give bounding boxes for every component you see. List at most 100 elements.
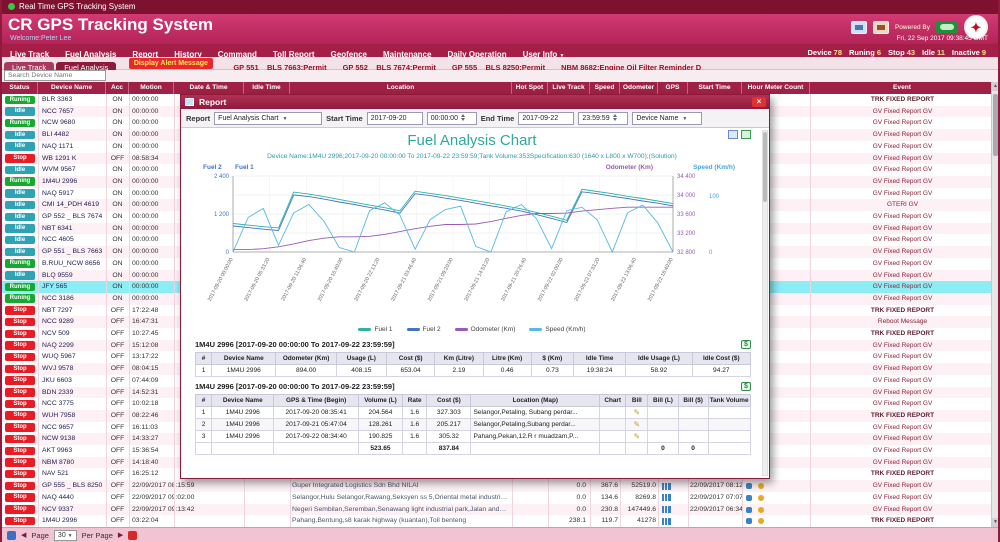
edit-bill-icon[interactable]: ✎: [633, 408, 640, 417]
start-time-label: Start Time: [326, 114, 363, 123]
hotspot-icon[interactable]: [758, 483, 764, 489]
page-size-select[interactable]: 30 ▼: [54, 530, 77, 541]
report-type-select[interactable]: Fuel Analysis Chart▼: [214, 112, 322, 125]
column-header-acc[interactable]: Acc: [106, 82, 129, 94]
report-modal-titlebar[interactable]: Report ×: [181, 95, 769, 109]
time-spinner[interactable]: [613, 114, 617, 121]
acc-value: ON: [106, 94, 129, 106]
column-header-motion[interactable]: Motion: [129, 82, 174, 94]
table-column--km-: $ (Km): [531, 353, 573, 365]
table-row[interactable]: Stop1M4U 2996OFF03:22:04Pahang,Bentung,s…: [2, 515, 995, 527]
device-name-select[interactable]: Device Name▼: [632, 112, 702, 125]
livetrack-icon[interactable]: [746, 483, 752, 489]
hotspot-icon[interactable]: [758, 507, 764, 513]
table-row[interactable]: 11M4U 29962017-09-20 08:35:41204.5641.63…: [196, 407, 751, 419]
welcome-text[interactable]: Welcome:Peter Lee: [10, 35, 71, 42]
column-header-date-time[interactable]: Date & Time: [174, 82, 244, 94]
acc-value: OFF: [106, 515, 129, 527]
livetrack-icon[interactable]: [746, 507, 752, 513]
per-page-label: Per Page: [82, 531, 113, 540]
total-cell: [212, 443, 274, 455]
column-header-hot-spot[interactable]: Hot Spot: [512, 82, 548, 94]
hotspot-icon[interactable]: [758, 495, 764, 501]
event-value: GV Fixed Report GV: [810, 351, 995, 363]
column-header-gps[interactable]: GPS: [658, 82, 688, 94]
legend-item[interactable]: Fuel 2: [407, 326, 441, 333]
refresh-icon[interactable]: [7, 531, 16, 540]
legend-item[interactable]: Speed (Km/h): [529, 326, 585, 333]
prev-page-icon[interactable]: ◀: [21, 531, 26, 539]
livetrack-icon[interactable]: [746, 518, 752, 524]
legend-item[interactable]: Fuel 1: [358, 326, 392, 333]
scroll-thumb[interactable]: [993, 94, 998, 156]
modal-scrollbar[interactable]: [762, 130, 768, 476]
column-header-event[interactable]: Event: [810, 82, 995, 94]
gps-signal-icon[interactable]: [662, 506, 671, 513]
acc-value: ON: [106, 141, 129, 153]
monitor-icon[interactable]: [851, 21, 867, 34]
table-column--: #: [196, 395, 212, 407]
table-column-gps-time-begin-: GPS & Time (Begin): [274, 395, 358, 407]
legend-item[interactable]: Odometer (Km): [455, 326, 516, 333]
status-badge: Idle: [5, 189, 35, 198]
table-cell: 1M4U 2996: [212, 365, 276, 377]
column-header-idle-time[interactable]: Idle Time: [244, 82, 290, 94]
table-cell: 894.00: [276, 365, 336, 377]
edit-bill-icon[interactable]: ✎: [633, 432, 640, 441]
status-badge: Stop: [5, 447, 35, 456]
search-input[interactable]: [4, 70, 106, 81]
event-value: GV Fixed Report GV: [810, 129, 995, 141]
table-row[interactable]: 31M4U 29962017-09-22 08:34:40190.8251.63…: [196, 431, 751, 443]
start-time-input[interactable]: 00:00:00: [427, 112, 477, 125]
edit-bill-icon[interactable]: ✎: [633, 420, 640, 429]
app-title: CR GPS Tracking System: [8, 15, 213, 35]
tools-icon[interactable]: [873, 21, 889, 34]
report-modal: Report × Report Fuel Analysis Chart▼ Sta…: [180, 94, 770, 479]
table-cell: [678, 419, 708, 431]
motion-time: 00:00:00: [132, 258, 174, 270]
scroll-up-icon[interactable]: ▲: [992, 82, 999, 91]
column-header-device-name[interactable]: Device Name: [38, 82, 106, 94]
end-date-input[interactable]: 2017-09-22: [518, 112, 574, 125]
gps-signal-icon[interactable]: [662, 494, 671, 501]
table-row[interactable]: StopNCV 9337OFF22/09/2017 09:13:42Negeri…: [2, 504, 995, 516]
livetrack-icon[interactable]: [746, 495, 752, 501]
stat-label: Idle: [922, 48, 935, 57]
status-badge: Runing: [5, 259, 35, 268]
next-page-icon[interactable]: ▶: [118, 531, 123, 539]
table-row[interactable]: 11M4U 2996894.00408.15653.042.190.460.73…: [196, 365, 751, 377]
column-header-live-track[interactable]: Live Track: [548, 82, 590, 94]
alert-icon[interactable]: [128, 531, 137, 540]
end-time-input[interactable]: 23:59:59: [578, 112, 628, 125]
svg-text:0: 0: [709, 250, 713, 256]
device-name: JKU 6603: [42, 375, 105, 387]
display-alert-button[interactable]: Display Alert Message: [129, 58, 213, 69]
column-header-location[interactable]: Location: [290, 82, 512, 94]
export-refuel-icon[interactable]: $: [741, 382, 751, 391]
column-header-speed[interactable]: Speed: [590, 82, 620, 94]
column-header-status[interactable]: Status: [2, 82, 38, 94]
export-summary-icon[interactable]: $: [741, 340, 751, 349]
table-row[interactable]: 21M4U 29962017-09-21 05:47:04128.2611.62…: [196, 419, 751, 431]
close-icon[interactable]: ×: [752, 97, 766, 107]
gps-signal-icon[interactable]: [662, 518, 671, 525]
column-header-start-time[interactable]: Start Time: [688, 82, 742, 94]
table-row[interactable]: StopNAQ 4440OFF22/09/2017 09:02:00Selang…: [2, 492, 995, 504]
column-header-odometer[interactable]: Odometer: [620, 82, 658, 94]
table-cell: [600, 419, 626, 431]
start-date-input[interactable]: 2017-09-20: [367, 112, 423, 125]
svg-text:1 200: 1 200: [214, 212, 230, 218]
table-cell: [708, 419, 750, 431]
acc-value: OFF: [106, 445, 129, 457]
status-badge: Runing: [5, 294, 35, 303]
table-row[interactable]: StopGP 555 _ BLS 8250OFF22/09/2017 08:15…: [2, 480, 995, 492]
table-cell: 190.825: [358, 431, 402, 443]
time-spinner[interactable]: [461, 114, 465, 121]
scroll-down-icon[interactable]: ▼: [992, 518, 999, 527]
hotspot-icon[interactable]: [758, 518, 764, 524]
grid-scrollbar[interactable]: ▲ ▼: [991, 82, 998, 527]
device-name: NBT 6341: [42, 223, 105, 235]
status-badge: Idle: [5, 224, 35, 233]
column-header-hour-meter-count[interactable]: Hour Meter Count: [742, 82, 810, 94]
gps-signal-icon[interactable]: [662, 483, 671, 490]
